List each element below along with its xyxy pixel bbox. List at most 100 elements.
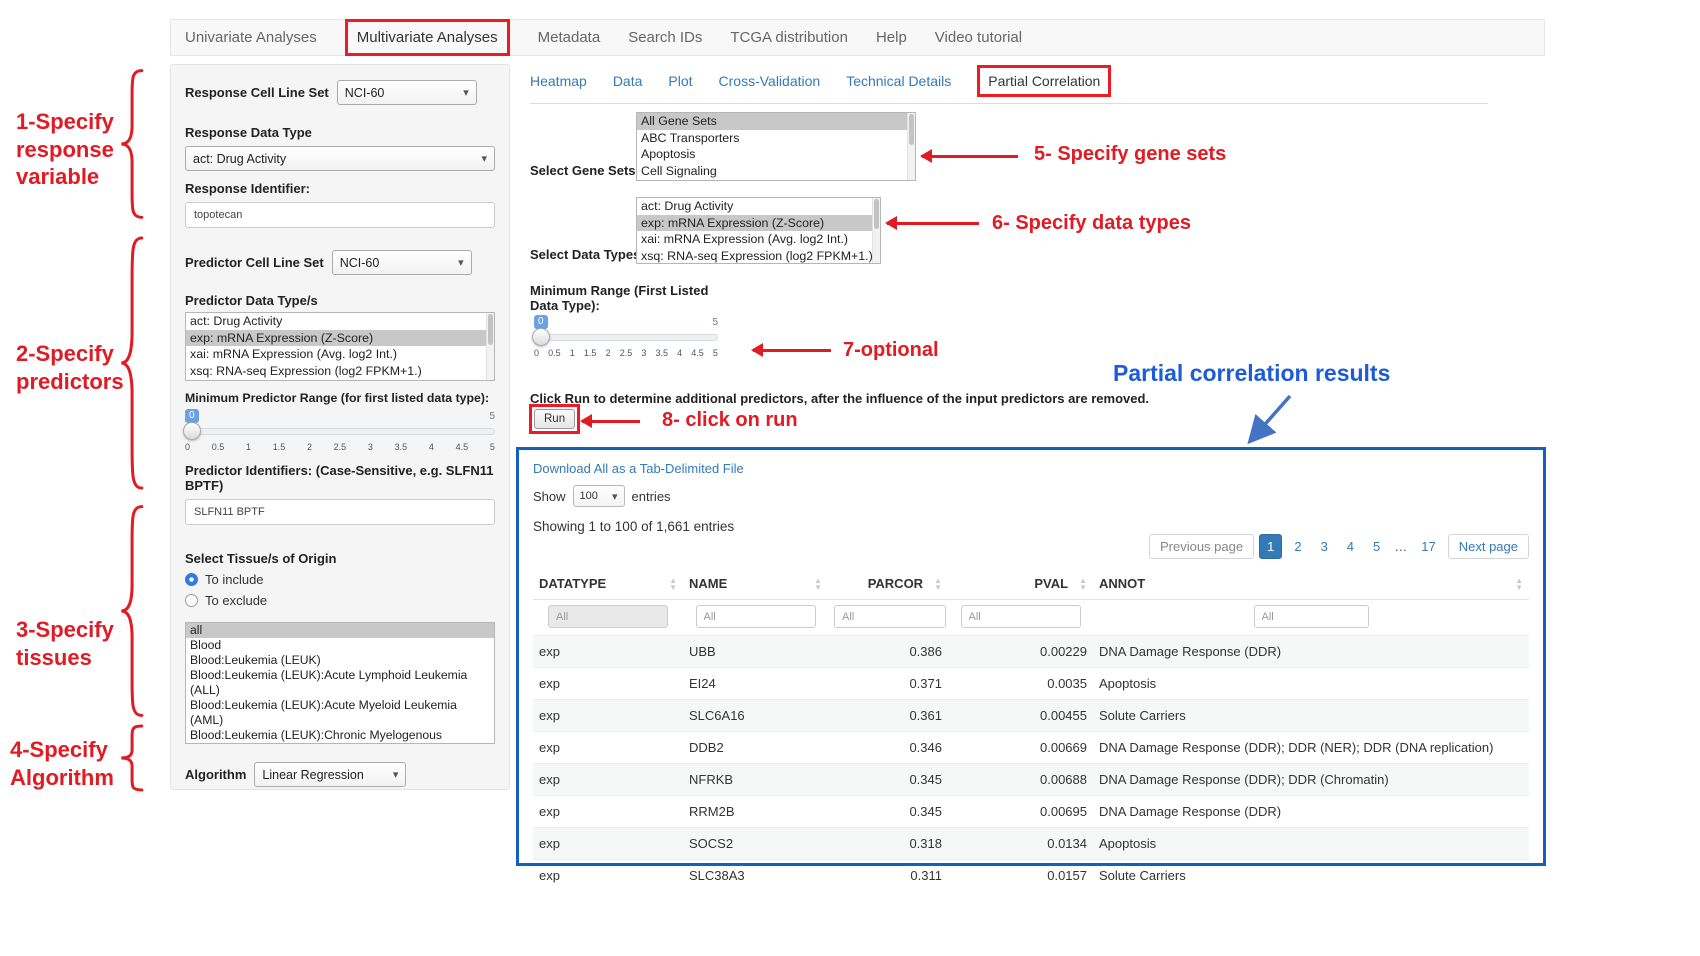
cell-annot: Solute Carriers xyxy=(1093,860,1529,892)
nav-video-tutorial[interactable]: Video tutorial xyxy=(935,29,1022,46)
col-name[interactable]: NAME xyxy=(689,576,727,591)
cell-datatype: exp xyxy=(533,732,683,764)
gene-sets-listbox: All Gene Sets ABC Transporters Apoptosis… xyxy=(636,112,916,181)
option[interactable]: all xyxy=(186,623,494,638)
tab-cross-validation[interactable]: Cross-Validation xyxy=(719,73,821,89)
option[interactable]: Blood xyxy=(186,638,494,653)
algorithm-select[interactable]: Linear Regression ▾ xyxy=(254,762,406,787)
cell-parcor: 0.318 xyxy=(828,828,948,860)
response-cell-line-select[interactable]: NCI-60 ▾ xyxy=(337,80,477,105)
option[interactable]: Apoptosis xyxy=(637,146,915,163)
filter-datatype-input[interactable] xyxy=(548,605,668,628)
nav-tcga-distribution[interactable]: TCGA distribution xyxy=(730,29,848,46)
tab-heatmap[interactable]: Heatmap xyxy=(530,73,587,89)
cell-datatype: exp xyxy=(533,700,683,732)
option[interactable]: Blood:Leukemia (LEUK):Chronic Myelogenou… xyxy=(186,728,494,744)
table-row[interactable]: exp UBB 0.386 0.00229 DNA Damage Respons… xyxy=(533,636,1529,668)
col-parcor[interactable]: PARCOR xyxy=(868,576,923,591)
filter-pval-input[interactable] xyxy=(961,605,1081,628)
chevron-down-icon: ▾ xyxy=(612,490,618,503)
download-all-link[interactable]: Download All as a Tab-Delimited File xyxy=(533,461,744,476)
col-datatype[interactable]: DATATYPE xyxy=(539,576,606,591)
sort-icon[interactable]: ▲▼ xyxy=(814,577,822,591)
sort-icon[interactable]: ▲▼ xyxy=(669,577,677,591)
table-row[interactable]: exp SLC6A16 0.361 0.00455 Solute Carrier… xyxy=(533,700,1529,732)
page-4-button[interactable]: 4 xyxy=(1340,535,1361,558)
col-pval[interactable]: PVAL xyxy=(1034,576,1068,591)
nav-help[interactable]: Help xyxy=(876,29,907,46)
page-1-button[interactable]: 1 xyxy=(1259,534,1282,559)
predictor-identifiers-input[interactable] xyxy=(185,499,495,525)
scrollbar[interactable] xyxy=(907,113,915,180)
tissue-listbox: all Blood Blood:Leukemia (LEUK) Blood:Le… xyxy=(185,622,495,744)
table-row[interactable]: exp EI24 0.371 0.0035 Apoptosis xyxy=(533,668,1529,700)
sort-icon[interactable]: ▲▼ xyxy=(1079,577,1087,591)
table-row[interactable]: exp NFRKB 0.345 0.00688 DNA Damage Respo… xyxy=(533,764,1529,796)
filter-annot-input[interactable] xyxy=(1254,605,1369,628)
page-3-button[interactable]: 3 xyxy=(1314,535,1335,558)
cell-name: SOCS2 xyxy=(683,828,828,860)
entries-per-page-select[interactable]: 100 ▾ xyxy=(573,485,625,507)
control-sidebar: Response Cell Line Set NCI-60 ▾ Response… xyxy=(170,64,510,790)
option[interactable]: All Gene Sets xyxy=(637,113,915,130)
predictor-range-slider[interactable]: 0 5 00.511.522.533.544.55 xyxy=(185,411,495,457)
cell-pval: 0.00669 xyxy=(948,732,1093,764)
filter-parcor-input[interactable] xyxy=(834,605,946,628)
predictor-cell-line-select[interactable]: NCI-60 ▾ xyxy=(332,250,472,275)
nav-metadata[interactable]: Metadata xyxy=(538,29,601,46)
filter-name-input[interactable] xyxy=(696,605,816,628)
response-data-type-select[interactable]: act: Drug Activity ▾ xyxy=(185,146,495,171)
option[interactable]: Cell Signaling xyxy=(637,163,915,180)
nav-search-ids[interactable]: Search IDs xyxy=(628,29,702,46)
next-page-button[interactable]: Next page xyxy=(1448,534,1529,559)
option[interactable]: Blood:Leukemia (LEUK):Acute Lymphoid Leu… xyxy=(186,668,494,698)
nav-univariate-analyses[interactable]: Univariate Analyses xyxy=(185,29,317,46)
slider-track[interactable] xyxy=(534,334,718,341)
cell-parcor: 0.345 xyxy=(828,796,948,828)
slider-handle[interactable] xyxy=(183,422,201,440)
option[interactable]: Blood:Leukemia (LEUK):Acute Myeloid Leuk… xyxy=(186,698,494,728)
response-data-type-label: Response Data Type xyxy=(185,125,495,140)
col-annot[interactable]: ANNOT xyxy=(1099,576,1145,591)
option[interactable]: xai: mRNA Expression (Avg. log2 Int.) xyxy=(637,231,880,248)
slider-handle[interactable] xyxy=(532,328,550,346)
nav-multivariate-analyses[interactable]: Multivariate Analyses xyxy=(357,29,498,46)
tab-technical-details[interactable]: Technical Details xyxy=(846,73,951,89)
page-2-button[interactable]: 2 xyxy=(1287,535,1308,558)
option[interactable]: act: Drug Activity xyxy=(637,198,880,215)
annotation-box-run: Run xyxy=(529,404,580,434)
option[interactable]: exp: mRNA Expression (Z-Score) xyxy=(637,215,880,232)
option[interactable]: xsq: RNA-seq Expression (log2 FPKM+1.) xyxy=(186,363,494,380)
tab-data[interactable]: Data xyxy=(613,73,643,89)
scrollbar[interactable] xyxy=(486,313,494,380)
page-5-button[interactable]: 5 xyxy=(1366,535,1387,558)
sort-icon[interactable]: ▲▼ xyxy=(1515,577,1523,591)
cell-annot: DNA Damage Response (DDR); DDR (NER); DD… xyxy=(1093,732,1529,764)
run-button[interactable]: Run xyxy=(534,409,575,429)
entries-per-page-value: 100 xyxy=(580,490,598,502)
table-row[interactable]: exp SOCS2 0.318 0.0134 Apoptosis xyxy=(533,828,1529,860)
page-17-button[interactable]: 17 xyxy=(1414,535,1442,558)
scrollbar[interactable] xyxy=(872,198,880,263)
previous-page-button[interactable]: Previous page xyxy=(1149,534,1254,559)
min-range-slider[interactable]: 0 5 00.511.522.533.544.55 xyxy=(534,317,718,363)
table-row[interactable]: exp DDB2 0.346 0.00669 DNA Damage Respon… xyxy=(533,732,1529,764)
tissue-include-option[interactable]: To include xyxy=(185,572,495,587)
tab-plot[interactable]: Plot xyxy=(668,73,692,89)
tissue-exclude-option[interactable]: To exclude xyxy=(185,593,495,608)
response-identifier-input[interactable] xyxy=(185,202,495,228)
option[interactable]: ABC Transporters xyxy=(637,130,915,147)
brace-tissues-section xyxy=(118,500,144,722)
option[interactable]: exp: mRNA Expression (Z-Score) xyxy=(186,330,494,347)
table-row[interactable]: exp RRM2B 0.345 0.00695 DNA Damage Respo… xyxy=(533,796,1529,828)
option[interactable]: xsq: RNA-seq Expression (log2 FPKM+1.) xyxy=(637,248,880,265)
sort-icon[interactable]: ▲▼ xyxy=(934,577,942,591)
cell-parcor: 0.371 xyxy=(828,668,948,700)
tab-partial-correlation[interactable]: Partial Correlation xyxy=(988,73,1100,89)
option[interactable]: xai: mRNA Expression (Avg. log2 Int.) xyxy=(186,346,494,363)
slider-ticks: 00.511.522.533.544.55 xyxy=(534,348,718,358)
slider-track[interactable] xyxy=(185,428,495,435)
table-row[interactable]: exp SLC38A3 0.311 0.0157 Solute Carriers xyxy=(533,860,1529,892)
option[interactable]: Blood:Leukemia (LEUK) xyxy=(186,653,494,668)
option[interactable]: act: Drug Activity xyxy=(186,313,494,330)
